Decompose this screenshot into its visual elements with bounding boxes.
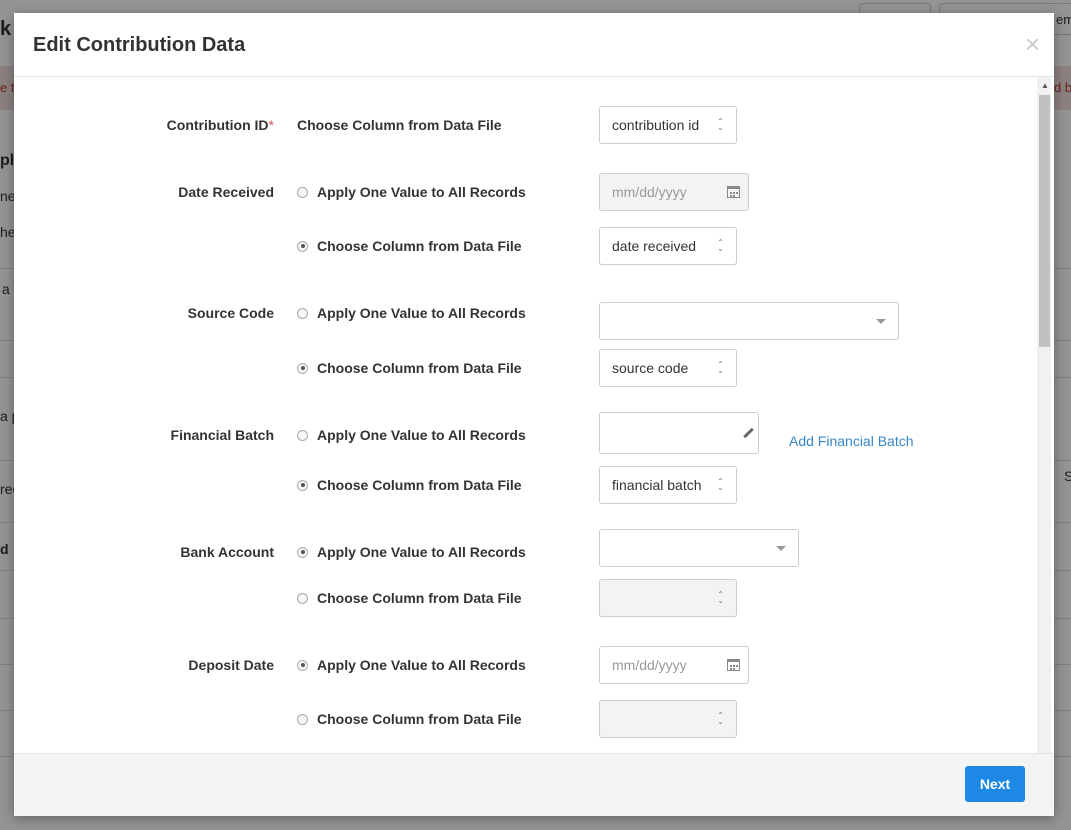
radio-label: Apply One Value to All Records bbox=[317, 305, 526, 321]
select-value: contribution id bbox=[612, 117, 700, 133]
calendar-icon[interactable] bbox=[727, 659, 740, 671]
deposit-date-column-select[interactable]: ⌃ ⌄ bbox=[599, 700, 737, 738]
radio-icon bbox=[297, 592, 308, 604]
radio-icon bbox=[297, 479, 308, 491]
radio-icon bbox=[297, 713, 308, 725]
financial-batch-label: Financial Batch bbox=[170, 427, 274, 443]
select-value: date received bbox=[612, 238, 697, 254]
scrollbar-thumb[interactable] bbox=[1039, 95, 1050, 347]
contribution-id-label-text: Contribution ID bbox=[166, 117, 269, 133]
select-value: source code bbox=[612, 360, 689, 376]
caret-down-icon bbox=[876, 319, 886, 324]
date-placeholder: mm/dd/yyyy bbox=[612, 184, 687, 200]
financial-batch-input[interactable] bbox=[599, 412, 759, 454]
source-code-choose-radio[interactable]: Choose Column from Data File bbox=[297, 360, 522, 376]
calendar-icon[interactable] bbox=[727, 186, 740, 198]
deposit-date-apply-radio[interactable]: Apply One Value to All Records bbox=[297, 657, 526, 673]
radio-label: Apply One Value to All Records bbox=[317, 184, 526, 200]
select-value: financial batch bbox=[612, 477, 702, 493]
deposit-date-label: Deposit Date bbox=[188, 657, 274, 673]
updown-chevron-icon: ⌃ ⌄ bbox=[717, 117, 724, 132]
modal-title: Edit Contribution Data bbox=[33, 34, 246, 56]
radio-label: Apply One Value to All Records bbox=[317, 544, 526, 560]
pencil-icon[interactable] bbox=[743, 427, 754, 439]
source-code-column-select[interactable]: source code ⌃ ⌄ bbox=[599, 349, 737, 387]
add-financial-batch-link[interactable]: Add Financial Batch bbox=[789, 433, 914, 449]
source-code-label: Source Code bbox=[187, 305, 274, 321]
radio-icon bbox=[297, 429, 308, 441]
updown-chevron-icon: ⌃ ⌄ bbox=[717, 590, 724, 605]
updown-chevron-icon: ⌃ ⌄ bbox=[717, 238, 724, 253]
radio-label: Choose Column from Data File bbox=[317, 711, 522, 727]
radio-label: Choose Column from Data File bbox=[317, 360, 522, 376]
updown-chevron-icon: ⌃ ⌄ bbox=[717, 477, 724, 492]
source-code-apply-radio[interactable]: Apply One Value to All Records bbox=[297, 305, 526, 321]
date-received-apply-radio[interactable]: Apply One Value to All Records bbox=[297, 184, 526, 200]
deposit-date-choose-radio[interactable]: Choose Column from Data File bbox=[297, 711, 522, 727]
deposit-date-date-input[interactable]: mm/dd/yyyy bbox=[599, 646, 749, 684]
financial-batch-column-select[interactable]: financial batch ⌃ ⌄ bbox=[599, 466, 737, 504]
financial-batch-apply-radio[interactable]: Apply One Value to All Records bbox=[297, 427, 526, 443]
radio-label: Choose Column from Data File bbox=[317, 477, 522, 493]
date-received-label: Date Received bbox=[178, 184, 274, 200]
radio-icon bbox=[297, 659, 308, 671]
date-received-choose-radio[interactable]: Choose Column from Data File bbox=[297, 238, 522, 254]
radio-icon bbox=[297, 186, 308, 198]
bank-account-choose-radio[interactable]: Choose Column from Data File bbox=[297, 590, 522, 606]
required-marker: * bbox=[268, 117, 274, 133]
edit-contribution-modal: Edit Contribution Data × Contribution ID… bbox=[14, 13, 1054, 816]
radio-label: Apply One Value to All Records bbox=[317, 427, 526, 443]
radio-label: Choose Column from Data File bbox=[317, 238, 522, 254]
bank-account-column-select[interactable]: ⌃ ⌄ bbox=[599, 579, 737, 617]
date-received-date-input[interactable]: mm/dd/yyyy bbox=[599, 173, 749, 211]
bank-account-dropdown[interactable] bbox=[599, 529, 799, 567]
modal-footer: Next bbox=[14, 753, 1054, 816]
updown-chevron-icon: ⌃ ⌄ bbox=[717, 360, 724, 375]
bank-account-label: Bank Account bbox=[180, 544, 274, 560]
caret-down-icon bbox=[776, 546, 786, 551]
scroll-up-arrow-icon[interactable]: ▲ bbox=[1041, 81, 1049, 90]
contribution-id-label: Contribution ID* bbox=[28, 117, 274, 133]
radio-icon bbox=[297, 307, 308, 319]
close-icon[interactable]: × bbox=[1025, 31, 1040, 57]
date-received-column-select[interactable]: date received ⌃ ⌄ bbox=[599, 227, 737, 265]
modal-header: Edit Contribution Data × bbox=[14, 13, 1054, 77]
next-button[interactable]: Next bbox=[965, 766, 1025, 802]
updown-chevron-icon: ⌃ ⌄ bbox=[717, 711, 724, 726]
modal-body: Contribution ID* Choose Column from Data… bbox=[14, 77, 1054, 753]
radio-label: Apply One Value to All Records bbox=[317, 657, 526, 673]
bank-account-apply-radio[interactable]: Apply One Value to All Records bbox=[297, 544, 526, 560]
radio-label: Choose Column from Data File bbox=[317, 590, 522, 606]
contribution-id-column-select[interactable]: contribution id ⌃ ⌄ bbox=[599, 106, 737, 144]
radio-icon bbox=[297, 546, 308, 558]
contribution-id-option-text: Choose Column from Data File bbox=[297, 117, 502, 133]
date-placeholder: mm/dd/yyyy bbox=[612, 657, 687, 673]
financial-batch-choose-radio[interactable]: Choose Column from Data File bbox=[297, 477, 522, 493]
radio-icon bbox=[297, 240, 308, 252]
radio-icon bbox=[297, 362, 308, 374]
source-code-dropdown[interactable] bbox=[599, 302, 899, 340]
